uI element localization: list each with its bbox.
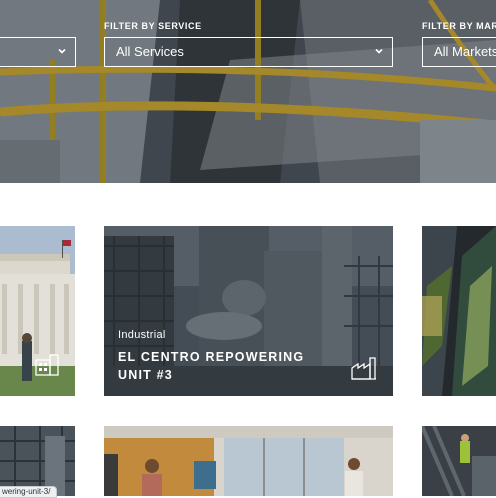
- factory-icon: [351, 357, 376, 380]
- status-bar-url: wering-unit-3/: [0, 486, 58, 498]
- chevron-down-icon: [58, 48, 66, 54]
- card-overlay: [422, 226, 496, 396]
- project-card-stadium[interactable]: [422, 226, 496, 396]
- chevron-down-icon: [375, 48, 383, 54]
- project-card-capitol[interactable]: [0, 226, 75, 396]
- filter-select-1[interactable]: [0, 37, 76, 67]
- filter-market-value: All Markets: [434, 44, 496, 59]
- filter-service-value: All Services: [116, 44, 184, 59]
- office-interior-photo: [104, 426, 393, 496]
- card-title: EL CENTRO REPOWERING UNIT #3: [118, 350, 305, 382]
- worksite-photo: [422, 426, 496, 496]
- filter-market-label: FILTER BY MARKET: [422, 21, 496, 31]
- project-card-row2-3[interactable]: [422, 426, 496, 496]
- filter-service-select[interactable]: All Services: [104, 37, 393, 67]
- building-icon: [35, 354, 59, 376]
- project-card-row2-2[interactable]: [104, 426, 393, 496]
- hero-banner: FILTER BY SERVICE All Services FILTER BY…: [0, 0, 496, 183]
- card-category: Industrial: [118, 329, 166, 341]
- filter-service-label: FILTER BY SERVICE: [104, 21, 202, 31]
- filter-market-select[interactable]: All Markets: [422, 37, 496, 67]
- project-card-el-centro[interactable]: Industrial EL CENTRO REPOWERING UNIT #3: [104, 226, 393, 396]
